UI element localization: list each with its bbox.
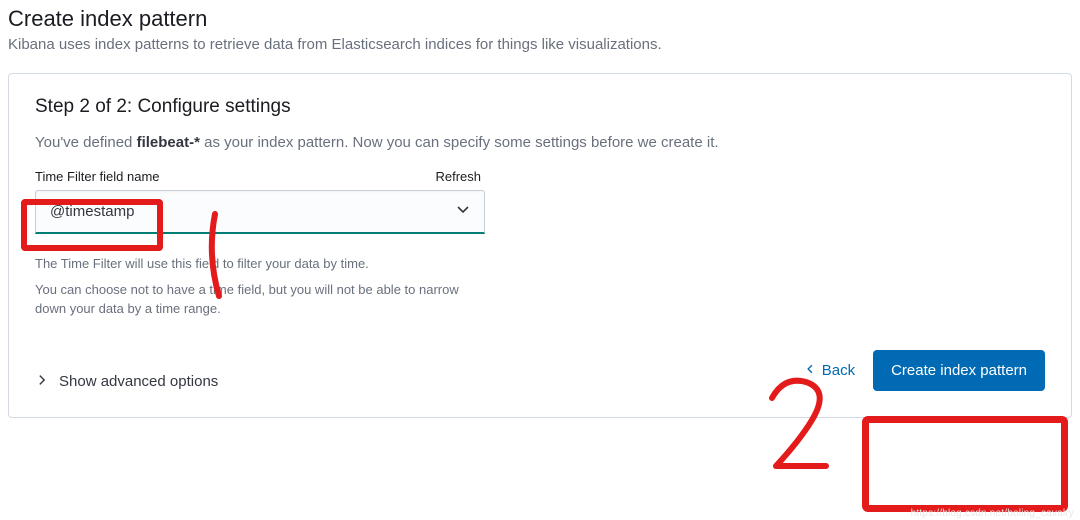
back-label: Back (822, 362, 855, 379)
show-advanced-toggle[interactable]: Show advanced options (35, 373, 218, 391)
page-description: Kibana uses index patterns to retrieve d… (8, 36, 1072, 53)
show-advanced-label: Show advanced options (59, 373, 218, 390)
create-index-pattern-button[interactable]: Create index pattern (873, 350, 1045, 391)
chevron-left-icon (804, 362, 816, 379)
step-heading: Step 2 of 2: Configure settings (35, 96, 1045, 118)
time-filter-help-1: The Time Filter will use this field to f… (35, 256, 1045, 271)
chevron-right-icon (35, 373, 49, 391)
time-filter-selected-value: @timestamp (50, 203, 134, 220)
annotation-box-create-button (862, 416, 1068, 512)
configure-panel: Step 2 of 2: Configure settings You've d… (8, 73, 1072, 418)
defined-suffix: as your index pattern. Now you can speci… (200, 134, 719, 151)
defined-pattern-text: You've defined filebeat-* as your index … (35, 134, 1045, 151)
refresh-link[interactable]: Refresh (435, 169, 485, 184)
defined-prefix: You've defined (35, 134, 137, 151)
time-filter-help-2: You can choose not to have a time field,… (35, 281, 465, 319)
defined-pattern-name: filebeat-* (137, 134, 200, 151)
watermark: https://blog.csdn.net/boling_cavalry (911, 508, 1074, 519)
page-title: Create index pattern (8, 6, 1072, 32)
time-filter-label: Time Filter field name (35, 169, 160, 184)
time-filter-select[interactable]: @timestamp (35, 190, 485, 234)
back-button[interactable]: Back (804, 362, 855, 379)
